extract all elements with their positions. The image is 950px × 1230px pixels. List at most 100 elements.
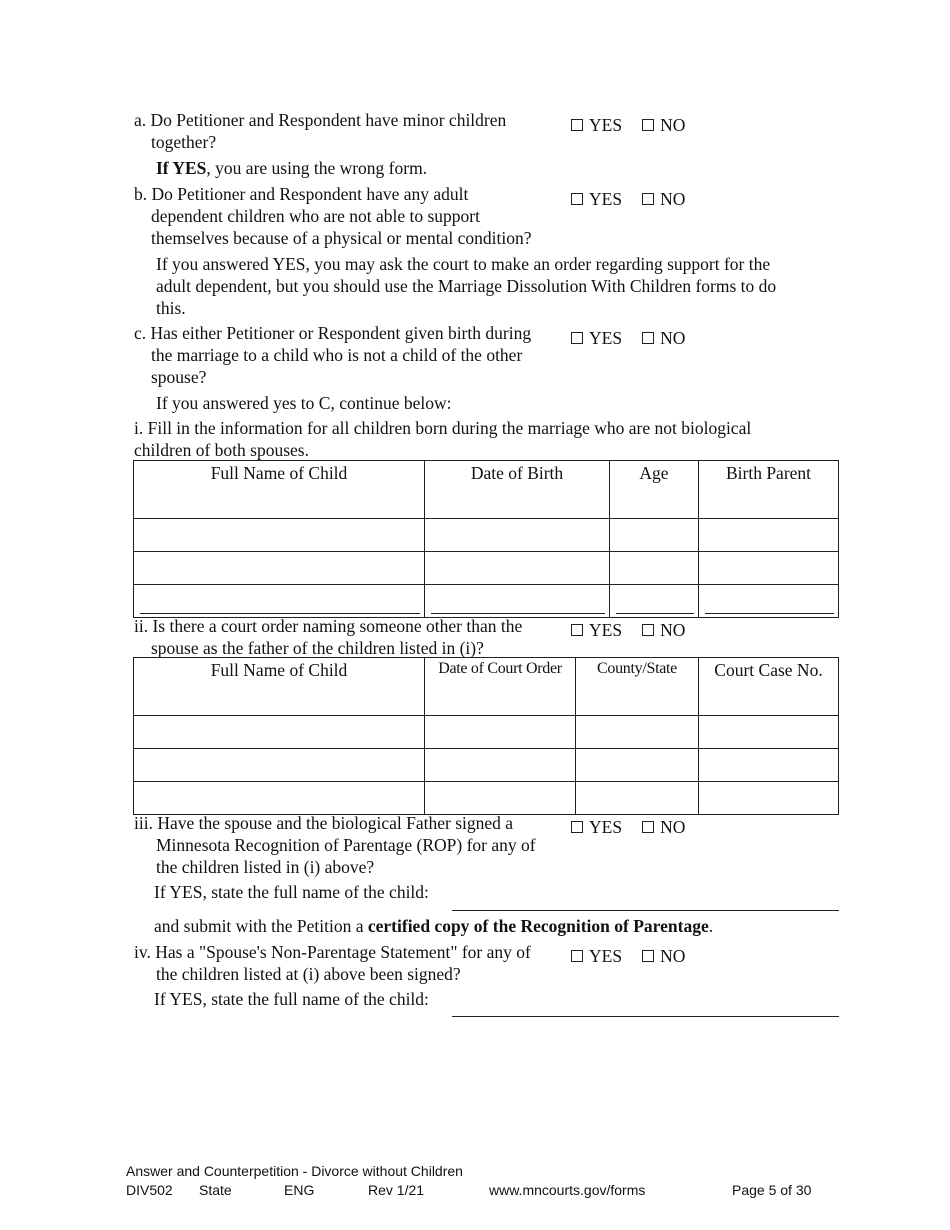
yes-label: YES: [589, 946, 623, 966]
item-i: i. Fill in the information for all child…: [134, 417, 751, 461]
checkbox-icon[interactable]: [642, 950, 655, 962]
cell-full-name[interactable]: [133, 748, 425, 782]
footer-url[interactable]: www.mncourts.gov/forms: [489, 1182, 645, 1198]
yes-label: YES: [589, 115, 623, 135]
yes-label: YES: [589, 328, 623, 348]
yes-label: YES: [589, 620, 623, 640]
question-a-yes-option[interactable]: YES: [571, 114, 622, 136]
cell-full-name[interactable]: [133, 584, 425, 618]
footer-jurisdiction: State: [199, 1182, 232, 1198]
no-label: NO: [660, 817, 686, 837]
item-iv-yes-option[interactable]: YES: [571, 945, 622, 967]
cell-date-of-court-order[interactable]: [424, 715, 576, 749]
checkbox-icon[interactable]: [571, 624, 583, 636]
item-iii-yes-option[interactable]: YES: [571, 816, 622, 838]
table-row: [133, 748, 839, 782]
question-c-no-option[interactable]: NO: [642, 327, 685, 349]
court-order-table: Full Name of Child Date of Court Order C…: [133, 657, 839, 815]
note-bold: If YES: [156, 158, 207, 178]
question-c-yes-option[interactable]: YES: [571, 327, 622, 349]
question-c: c. Has either Petitioner or Respondent g…: [134, 322, 531, 388]
cell-date-of-court-order[interactable]: [424, 781, 576, 815]
question-b-yes-option[interactable]: YES: [571, 188, 622, 210]
underline: [616, 613, 694, 614]
item-iv-child-name-field[interactable]: [452, 1016, 839, 1017]
cell-age[interactable]: [609, 584, 699, 618]
no-label: NO: [660, 620, 686, 640]
question-a-note: If YES, you are using the wrong form.: [156, 157, 427, 179]
cell-age[interactable]: [609, 518, 699, 552]
header-date-of-birth: Date of Birth: [424, 460, 610, 519]
footer-form-id: DIV502: [126, 1182, 173, 1198]
question-c-line3: spouse?: [151, 367, 207, 387]
no-label: NO: [660, 328, 686, 348]
cell-date-of-birth[interactable]: [424, 584, 610, 618]
header-court-case-no: Court Case No.: [698, 657, 839, 716]
yes-label: YES: [589, 817, 623, 837]
cell-court-case-no[interactable]: [698, 781, 839, 815]
checkbox-icon[interactable]: [642, 193, 655, 205]
footer-language: ENG: [284, 1182, 315, 1198]
question-b-no-option[interactable]: NO: [642, 188, 685, 210]
question-b-line1: b. Do Petitioner and Respondent have any…: [134, 184, 469, 204]
cell-county-state[interactable]: [575, 748, 699, 782]
yes-label: YES: [589, 189, 623, 209]
question-b-note-line2: adult dependent, but you should use the …: [156, 276, 777, 296]
item-i-line1: i. Fill in the information for all child…: [134, 418, 752, 438]
cell-date-of-court-order[interactable]: [424, 748, 576, 782]
header-age: Age: [609, 460, 699, 519]
cell-birth-parent[interactable]: [698, 551, 839, 585]
item-iv-no-option[interactable]: NO: [642, 945, 685, 967]
cell-county-state[interactable]: [575, 715, 699, 749]
cell-birth-parent[interactable]: [698, 518, 839, 552]
checkbox-icon[interactable]: [642, 119, 655, 131]
checkbox-icon[interactable]: [571, 193, 583, 205]
no-label: NO: [660, 946, 686, 966]
cell-full-name[interactable]: [133, 551, 425, 585]
footer-revision: Rev 1/21: [368, 1182, 425, 1198]
cell-full-name[interactable]: [133, 781, 425, 815]
checkbox-icon[interactable]: [571, 332, 583, 344]
cell-birth-parent[interactable]: [698, 584, 839, 618]
question-a-options: YES NO: [571, 114, 705, 136]
underline: [431, 613, 605, 614]
checkbox-icon[interactable]: [642, 332, 655, 344]
header-date-of-court-order: Date of Court Order: [424, 657, 576, 716]
item-iii-child-name-field[interactable]: [452, 910, 839, 911]
checkbox-icon[interactable]: [571, 821, 583, 833]
checkbox-icon[interactable]: [571, 950, 583, 962]
item-ii-no-option[interactable]: NO: [642, 619, 685, 641]
cell-county-state[interactable]: [575, 781, 699, 815]
header-county-state: County/State: [575, 657, 699, 716]
question-b-line2: dependent children who are not able to s…: [151, 206, 480, 226]
cell-full-name[interactable]: [133, 518, 425, 552]
checkbox-icon[interactable]: [642, 624, 655, 636]
children-table-header: Full Name of Child Date of Birth Age Bir…: [133, 460, 839, 519]
cell-court-case-no[interactable]: [698, 715, 839, 749]
question-a-line1: a. Do Petitioner and Respondent have min…: [134, 110, 507, 130]
item-iv-options: YES NO: [571, 945, 705, 967]
submit-suffix: .: [708, 916, 714, 936]
question-b-note-line1: If you answered YES, you may ask the cou…: [156, 254, 771, 274]
cell-date-of-birth[interactable]: [424, 551, 610, 585]
cell-court-case-no[interactable]: [698, 748, 839, 782]
cell-date-of-birth[interactable]: [424, 518, 610, 552]
no-label: NO: [660, 189, 686, 209]
item-iv-child-label: If YES, state the full name of the child…: [154, 989, 429, 1009]
item-iii: iii. Have the spouse and the biological …: [134, 812, 536, 878]
cell-age[interactable]: [609, 551, 699, 585]
question-b-note: If you answered YES, you may ask the cou…: [156, 253, 776, 319]
item-iv: iv. Has a "Spouse's Non-Parentage Statem…: [134, 941, 531, 985]
item-ii-line1: ii. Is there a court order naming someon…: [134, 616, 523, 636]
checkbox-icon[interactable]: [642, 821, 655, 833]
question-c-options: YES NO: [571, 327, 705, 349]
cell-full-name[interactable]: [133, 715, 425, 749]
question-b-options: YES NO: [571, 188, 705, 210]
checkbox-icon[interactable]: [571, 119, 583, 131]
item-iii-no-option[interactable]: NO: [642, 816, 685, 838]
question-b-line3: themselves because of a physical or ment…: [151, 228, 532, 248]
question-a-no-option[interactable]: NO: [642, 114, 685, 136]
submit-prefix: and submit with the Petition a: [154, 916, 368, 936]
item-ii-yes-option[interactable]: YES: [571, 619, 622, 641]
question-b: b. Do Petitioner and Respondent have any…: [134, 183, 532, 249]
